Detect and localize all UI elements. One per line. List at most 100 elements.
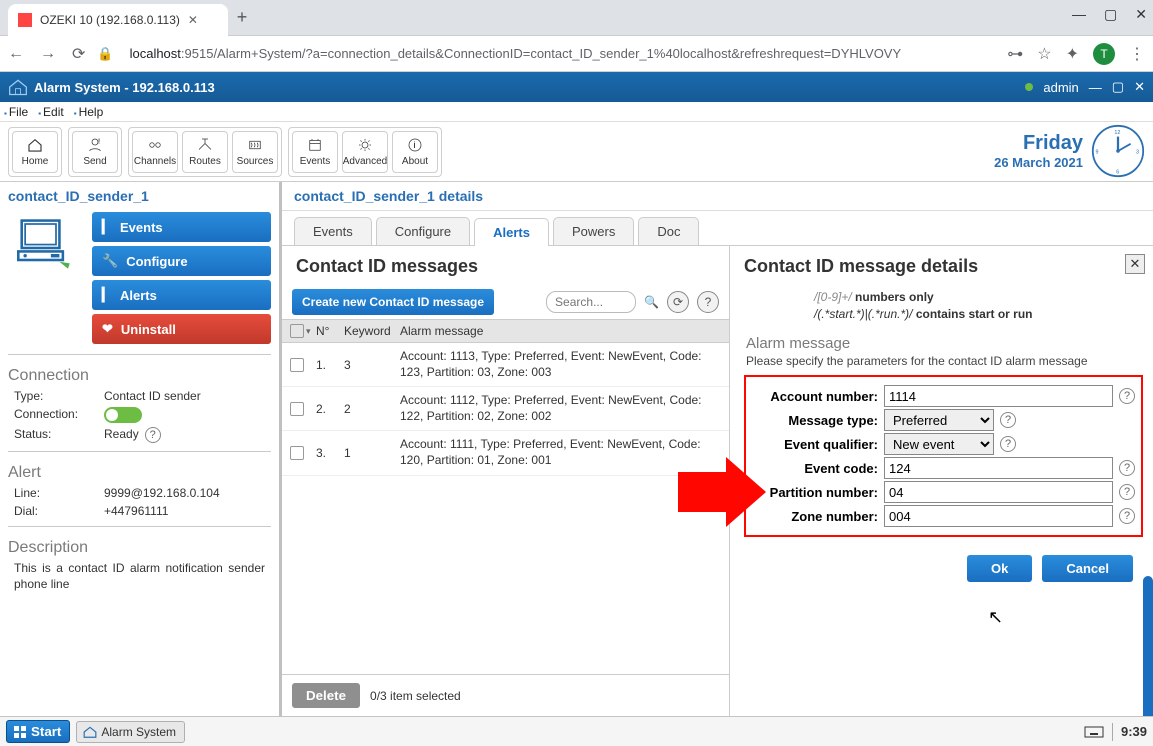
highlighted-form: Account number: ? Message type: Preferre… xyxy=(744,375,1143,537)
alert-heading: Alert xyxy=(0,458,279,484)
help-icon[interactable]: ? xyxy=(1119,388,1135,404)
table-row[interactable]: 2. 2 Account: 1112, Type: Preferred, Eve… xyxy=(282,387,729,431)
event-code-input[interactable] xyxy=(884,457,1113,479)
create-message-button[interactable]: Create new Contact ID message xyxy=(292,289,494,315)
tb-channels-button[interactable]: Channels xyxy=(132,131,178,173)
home-icon xyxy=(26,136,44,154)
menu-edit[interactable]: Edit xyxy=(38,105,64,119)
nav-forward-icon[interactable]: → xyxy=(40,45,56,63)
ok-button[interactable]: Ok xyxy=(967,555,1032,582)
search-icon[interactable]: 🔍 xyxy=(644,295,659,309)
menu-help[interactable]: Help xyxy=(74,105,104,119)
key-icon[interactable]: ⊶ xyxy=(1007,44,1023,64)
row-checkbox[interactable] xyxy=(290,402,304,416)
svg-text:i: i xyxy=(414,140,416,150)
help-icon[interactable]: ? xyxy=(1119,484,1135,500)
tb-advanced-button[interactable]: Advanced xyxy=(342,131,388,173)
svg-text:9: 9 xyxy=(1096,150,1099,156)
close-window-icon[interactable]: ✕ xyxy=(1135,6,1147,23)
side-alerts-button[interactable]: ▎Alerts xyxy=(92,280,271,310)
app-maximize-icon[interactable]: ▢ xyxy=(1112,79,1124,95)
dropdown-arrow-icon[interactable]: ▾ xyxy=(306,326,311,337)
menu-dots-icon[interactable]: ⋮ xyxy=(1129,44,1145,64)
flag-icon: ▎ xyxy=(102,219,112,235)
browser-tab[interactable]: OZEKI 10 (192.168.0.113) ✕ xyxy=(8,4,228,36)
tab-alerts[interactable]: Alerts xyxy=(474,218,549,246)
nav-back-icon[interactable]: ← xyxy=(8,45,24,63)
user-label[interactable]: admin xyxy=(1043,80,1078,95)
tab-powers[interactable]: Powers xyxy=(553,217,634,245)
menu-bar: File Edit Help xyxy=(0,102,1153,122)
content-header: contact_ID_sender_1 details xyxy=(282,182,1153,211)
zone-label: Zone number: xyxy=(752,509,884,524)
tb-send-button[interactable]: ! Send xyxy=(72,131,118,173)
tb-events-button[interactable]: Events xyxy=(292,131,338,173)
nav-reload-icon[interactable]: ⟳ xyxy=(72,44,85,64)
msgtype-label: Message type: xyxy=(752,413,884,428)
table-header: ▾ N° Keyword Alarm message xyxy=(282,319,729,343)
app-minimize-icon[interactable]: — xyxy=(1089,80,1102,95)
analog-clock-icon: 12 3 6 9 xyxy=(1091,124,1145,178)
help-icon[interactable]: ? xyxy=(1119,508,1135,524)
puzzle-icon[interactable]: ✦ xyxy=(1066,44,1079,64)
app-title-bar: Alarm System - 192.168.0.113 admin — ▢ ✕ xyxy=(0,72,1153,102)
tb-routes-button[interactable]: Routes xyxy=(182,131,228,173)
cancel-button[interactable]: Cancel xyxy=(1042,555,1133,582)
zone-number-input[interactable] xyxy=(884,505,1113,527)
tb-sources-button[interactable]: Sources xyxy=(232,131,278,173)
heart-icon: ❤ xyxy=(102,321,113,337)
help-icon[interactable]: ? xyxy=(1119,460,1135,476)
svg-text:12: 12 xyxy=(1114,130,1120,136)
account-number-input[interactable] xyxy=(884,385,1113,407)
table-row[interactable]: 1. 3 Account: 1113, Type: Preferred, Eve… xyxy=(282,343,729,387)
partition-number-input[interactable] xyxy=(884,481,1113,503)
menu-file[interactable]: File xyxy=(4,105,28,119)
windows-icon xyxy=(13,725,27,739)
help-icon[interactable]: ? xyxy=(1000,412,1016,428)
sidebar-title: contact_ID_sender_1 xyxy=(0,182,279,208)
eventqualifier-label: Event qualifier: xyxy=(752,437,884,452)
help-button[interactable]: ? xyxy=(697,291,719,313)
tab-configure[interactable]: Configure xyxy=(376,217,470,245)
tab-doc[interactable]: Doc xyxy=(638,217,699,245)
search-input[interactable] xyxy=(546,291,636,313)
keyboard-icon[interactable] xyxy=(1084,724,1104,740)
star-icon[interactable]: ☆ xyxy=(1037,44,1051,64)
tb-home-button[interactable]: Home xyxy=(12,131,58,173)
tab-favicon-icon xyxy=(18,13,32,27)
event-qualifier-select[interactable]: New event xyxy=(884,433,994,455)
side-uninstall-button[interactable]: ❤Uninstall xyxy=(92,314,271,344)
side-events-button[interactable]: ▎Events xyxy=(92,212,271,242)
details-close-button[interactable]: ✕ xyxy=(1125,254,1145,274)
channels-icon xyxy=(146,136,164,154)
tab-events[interactable]: Events xyxy=(294,217,372,245)
select-all-checkbox[interactable] xyxy=(290,324,304,338)
message-type-select[interactable]: Preferred xyxy=(884,409,994,431)
row-checkbox[interactable] xyxy=(290,446,304,460)
side-configure-button[interactable]: 🔧Configure xyxy=(92,246,271,276)
refresh-button[interactable]: ⟳ xyxy=(667,291,689,313)
help-icon[interactable]: ? xyxy=(145,427,161,443)
lock-icon: 🔒 xyxy=(97,46,113,62)
new-tab-button[interactable]: + xyxy=(228,7,256,28)
taskbar-item[interactable]: Alarm System xyxy=(76,721,185,743)
table-row[interactable]: 3. 1 Account: 1111, Type: Preferred, Eve… xyxy=(282,431,729,475)
gear-icon xyxy=(356,136,374,154)
messages-pane: Contact ID messages Create new Contact I… xyxy=(282,246,730,716)
scrollbar[interactable] xyxy=(1143,576,1153,716)
calendar-icon xyxy=(306,136,324,154)
tab-close-icon[interactable]: ✕ xyxy=(188,13,198,27)
eventcode-label: Event code: xyxy=(752,461,884,476)
delete-button[interactable]: Delete xyxy=(292,683,360,708)
connection-toggle[interactable] xyxy=(104,407,142,423)
help-icon[interactable]: ? xyxy=(1000,436,1016,452)
url-text[interactable]: localhost:9515/Alarm+System/?a=connectio… xyxy=(130,46,996,61)
minimize-icon[interactable]: — xyxy=(1072,6,1086,23)
start-button[interactable]: Start xyxy=(6,720,70,743)
maximize-icon[interactable]: ▢ xyxy=(1104,6,1117,23)
app-close-icon[interactable]: ✕ xyxy=(1134,79,1145,95)
browser-tab-bar: OZEKI 10 (192.168.0.113) ✕ + — ▢ ✕ xyxy=(0,0,1153,36)
row-checkbox[interactable] xyxy=(290,358,304,372)
tb-about-button[interactable]: i About xyxy=(392,131,438,173)
profile-avatar[interactable]: T xyxy=(1093,43,1115,65)
